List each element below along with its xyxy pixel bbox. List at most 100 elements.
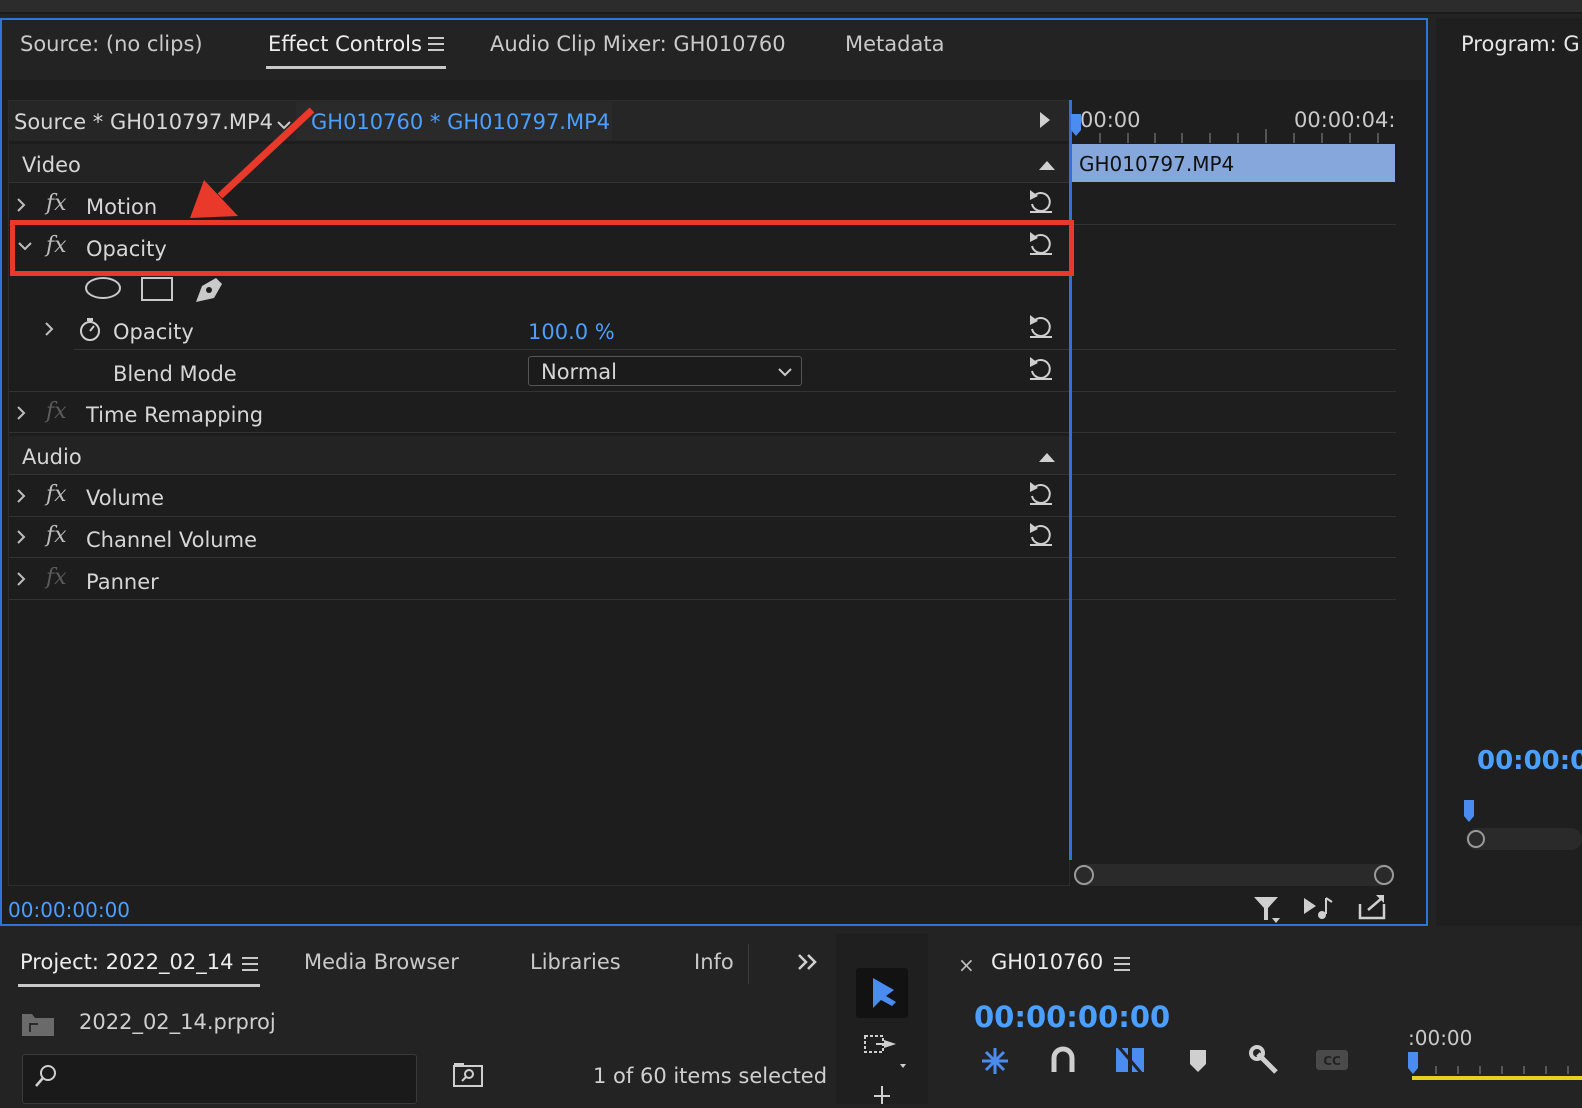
ripple-tool-icon[interactable]	[870, 1084, 894, 1104]
play-triangle-icon[interactable]	[1038, 110, 1052, 130]
tab-info[interactable]: Info	[694, 950, 734, 974]
sequence-ruler[interactable]	[1406, 1052, 1582, 1082]
panel-menu-icon[interactable]	[428, 36, 446, 52]
reset-icon[interactable]	[1026, 355, 1056, 381]
row-divider	[9, 391, 1069, 392]
find-bin-icon[interactable]	[452, 1060, 484, 1088]
chevron-right-icon[interactable]	[14, 487, 28, 505]
tools-panel	[836, 934, 928, 1104]
search-icon	[32, 1062, 60, 1090]
effect-time-remapping-label[interactable]: Time Remapping	[86, 403, 263, 427]
sequence-clip-label[interactable]: GH010760 * GH010797.MP4	[311, 110, 610, 134]
selection-status: 1 of 60 items selected	[593, 1064, 828, 1088]
nest-sequence-icon[interactable]	[978, 1044, 1012, 1078]
export-icon[interactable]	[1356, 892, 1388, 922]
tab-program[interactable]: Program: G	[1461, 32, 1580, 56]
active-tab-underline	[18, 984, 260, 987]
row-divider	[1072, 474, 1396, 475]
overflow-chevrons-icon[interactable]	[796, 952, 820, 972]
timeline-zoom-scrollbar[interactable]	[1074, 864, 1394, 886]
row-divider	[1072, 599, 1396, 600]
program-monitor-panel	[1436, 18, 1582, 926]
fx-icon: fx	[46, 565, 67, 590]
panel-menu-icon[interactable]	[242, 956, 260, 972]
fx-icon[interactable]: fx	[46, 523, 67, 548]
row-divider	[9, 182, 1069, 183]
audio-section-header	[9, 436, 1069, 474]
program-zoom-handle[interactable]	[1467, 830, 1485, 848]
selection-tool-button[interactable]	[856, 968, 908, 1018]
blend-mode-label: Blend Mode	[113, 362, 237, 386]
zoom-handle-right[interactable]	[1374, 865, 1394, 885]
wrench-icon[interactable]	[1248, 1044, 1282, 1078]
chevron-right-icon[interactable]	[14, 196, 28, 214]
video-section-header	[9, 144, 1069, 182]
panel-menu-icon[interactable]	[1114, 956, 1132, 972]
reset-icon[interactable]	[1026, 521, 1056, 547]
annotation-highlight-box	[10, 220, 1074, 276]
chevron-right-icon[interactable]	[42, 320, 56, 338]
chevron-down-icon[interactable]	[776, 364, 794, 378]
filter-icon[interactable]	[1252, 894, 1282, 924]
audio-section-label: Audio	[22, 445, 82, 469]
tab-media-browser[interactable]: Media Browser	[304, 950, 459, 974]
reset-icon[interactable]	[1026, 480, 1056, 506]
tab-libraries[interactable]: Libraries	[530, 950, 621, 974]
tab-source[interactable]: Source: (no clips)	[20, 32, 203, 56]
project-file-name: 2022_02_14.prproj	[79, 1010, 276, 1034]
captions-icon[interactable]: CC	[1314, 1048, 1350, 1072]
tab-project[interactable]: Project: 2022_02_14	[20, 950, 234, 974]
effect-channel-volume-label[interactable]: Channel Volume	[86, 528, 257, 552]
add-marker-icon[interactable]	[1186, 1046, 1210, 1076]
stopwatch-icon[interactable]	[78, 316, 102, 342]
loop-audio-icon[interactable]	[1302, 894, 1336, 922]
program-playhead[interactable]	[1462, 800, 1476, 822]
sequence-tab[interactable]: GH010760	[991, 950, 1103, 974]
pen-mask-icon[interactable]	[192, 274, 226, 304]
row-divider	[1072, 391, 1396, 392]
ellipse-mask-icon[interactable]	[84, 276, 122, 300]
chevron-right-icon[interactable]	[14, 404, 28, 422]
reset-icon[interactable]	[1026, 313, 1056, 339]
top-bar	[0, 0, 1582, 14]
folder-up-icon[interactable]	[20, 1010, 56, 1038]
effect-panner-label[interactable]: Panner	[86, 570, 159, 594]
effect-list-area	[8, 100, 1070, 886]
effect-motion-label[interactable]: Motion	[86, 195, 157, 219]
row-divider	[1072, 557, 1396, 558]
row-divider	[1072, 349, 1396, 350]
project-search-input[interactable]	[22, 1054, 417, 1104]
effect-timeline-area[interactable]	[1070, 100, 1400, 886]
annotation-arrow	[180, 104, 320, 224]
ec-timecode[interactable]: 00:00:00:00	[8, 898, 130, 922]
zoom-handle-left[interactable]	[1074, 865, 1094, 885]
row-divider	[9, 599, 1069, 600]
chevron-right-icon[interactable]	[14, 528, 28, 546]
row-divider	[9, 432, 1069, 433]
chevron-right-icon[interactable]	[14, 570, 28, 588]
linked-selection-icon[interactable]	[1112, 1042, 1148, 1078]
opacity-value[interactable]: 100.0 %	[528, 320, 615, 344]
track-select-tool-icon[interactable]	[862, 1032, 906, 1072]
effect-volume-label[interactable]: Volume	[86, 486, 164, 510]
snap-magnet-icon[interactable]	[1048, 1044, 1078, 1076]
collapse-up-icon[interactable]	[1038, 448, 1056, 462]
tab-audio-clip-mixer[interactable]: Audio Clip Mixer: GH010760	[490, 32, 786, 56]
rectangle-mask-icon[interactable]	[140, 276, 174, 302]
timeline-ruler-ticks	[1074, 128, 1398, 143]
row-divider	[9, 557, 1069, 558]
row-divider	[1072, 516, 1396, 517]
program-timecode[interactable]: 00:00:0	[1477, 746, 1582, 776]
tab-metadata[interactable]: Metadata	[845, 32, 944, 56]
fx-icon: fx	[46, 399, 67, 424]
fx-icon[interactable]: fx	[46, 482, 67, 507]
sequence-timecode[interactable]: 00:00:00:00	[974, 1000, 1170, 1034]
tab-effect-controls[interactable]: Effect Controls	[268, 32, 422, 56]
video-section-label: Video	[22, 153, 81, 177]
close-tab-button[interactable]: ×	[958, 953, 975, 977]
row-divider	[1072, 432, 1396, 433]
collapse-up-icon[interactable]	[1038, 156, 1056, 170]
fx-icon[interactable]: fx	[46, 191, 67, 216]
playhead-line	[1069, 100, 1072, 860]
reset-icon[interactable]	[1026, 188, 1056, 214]
